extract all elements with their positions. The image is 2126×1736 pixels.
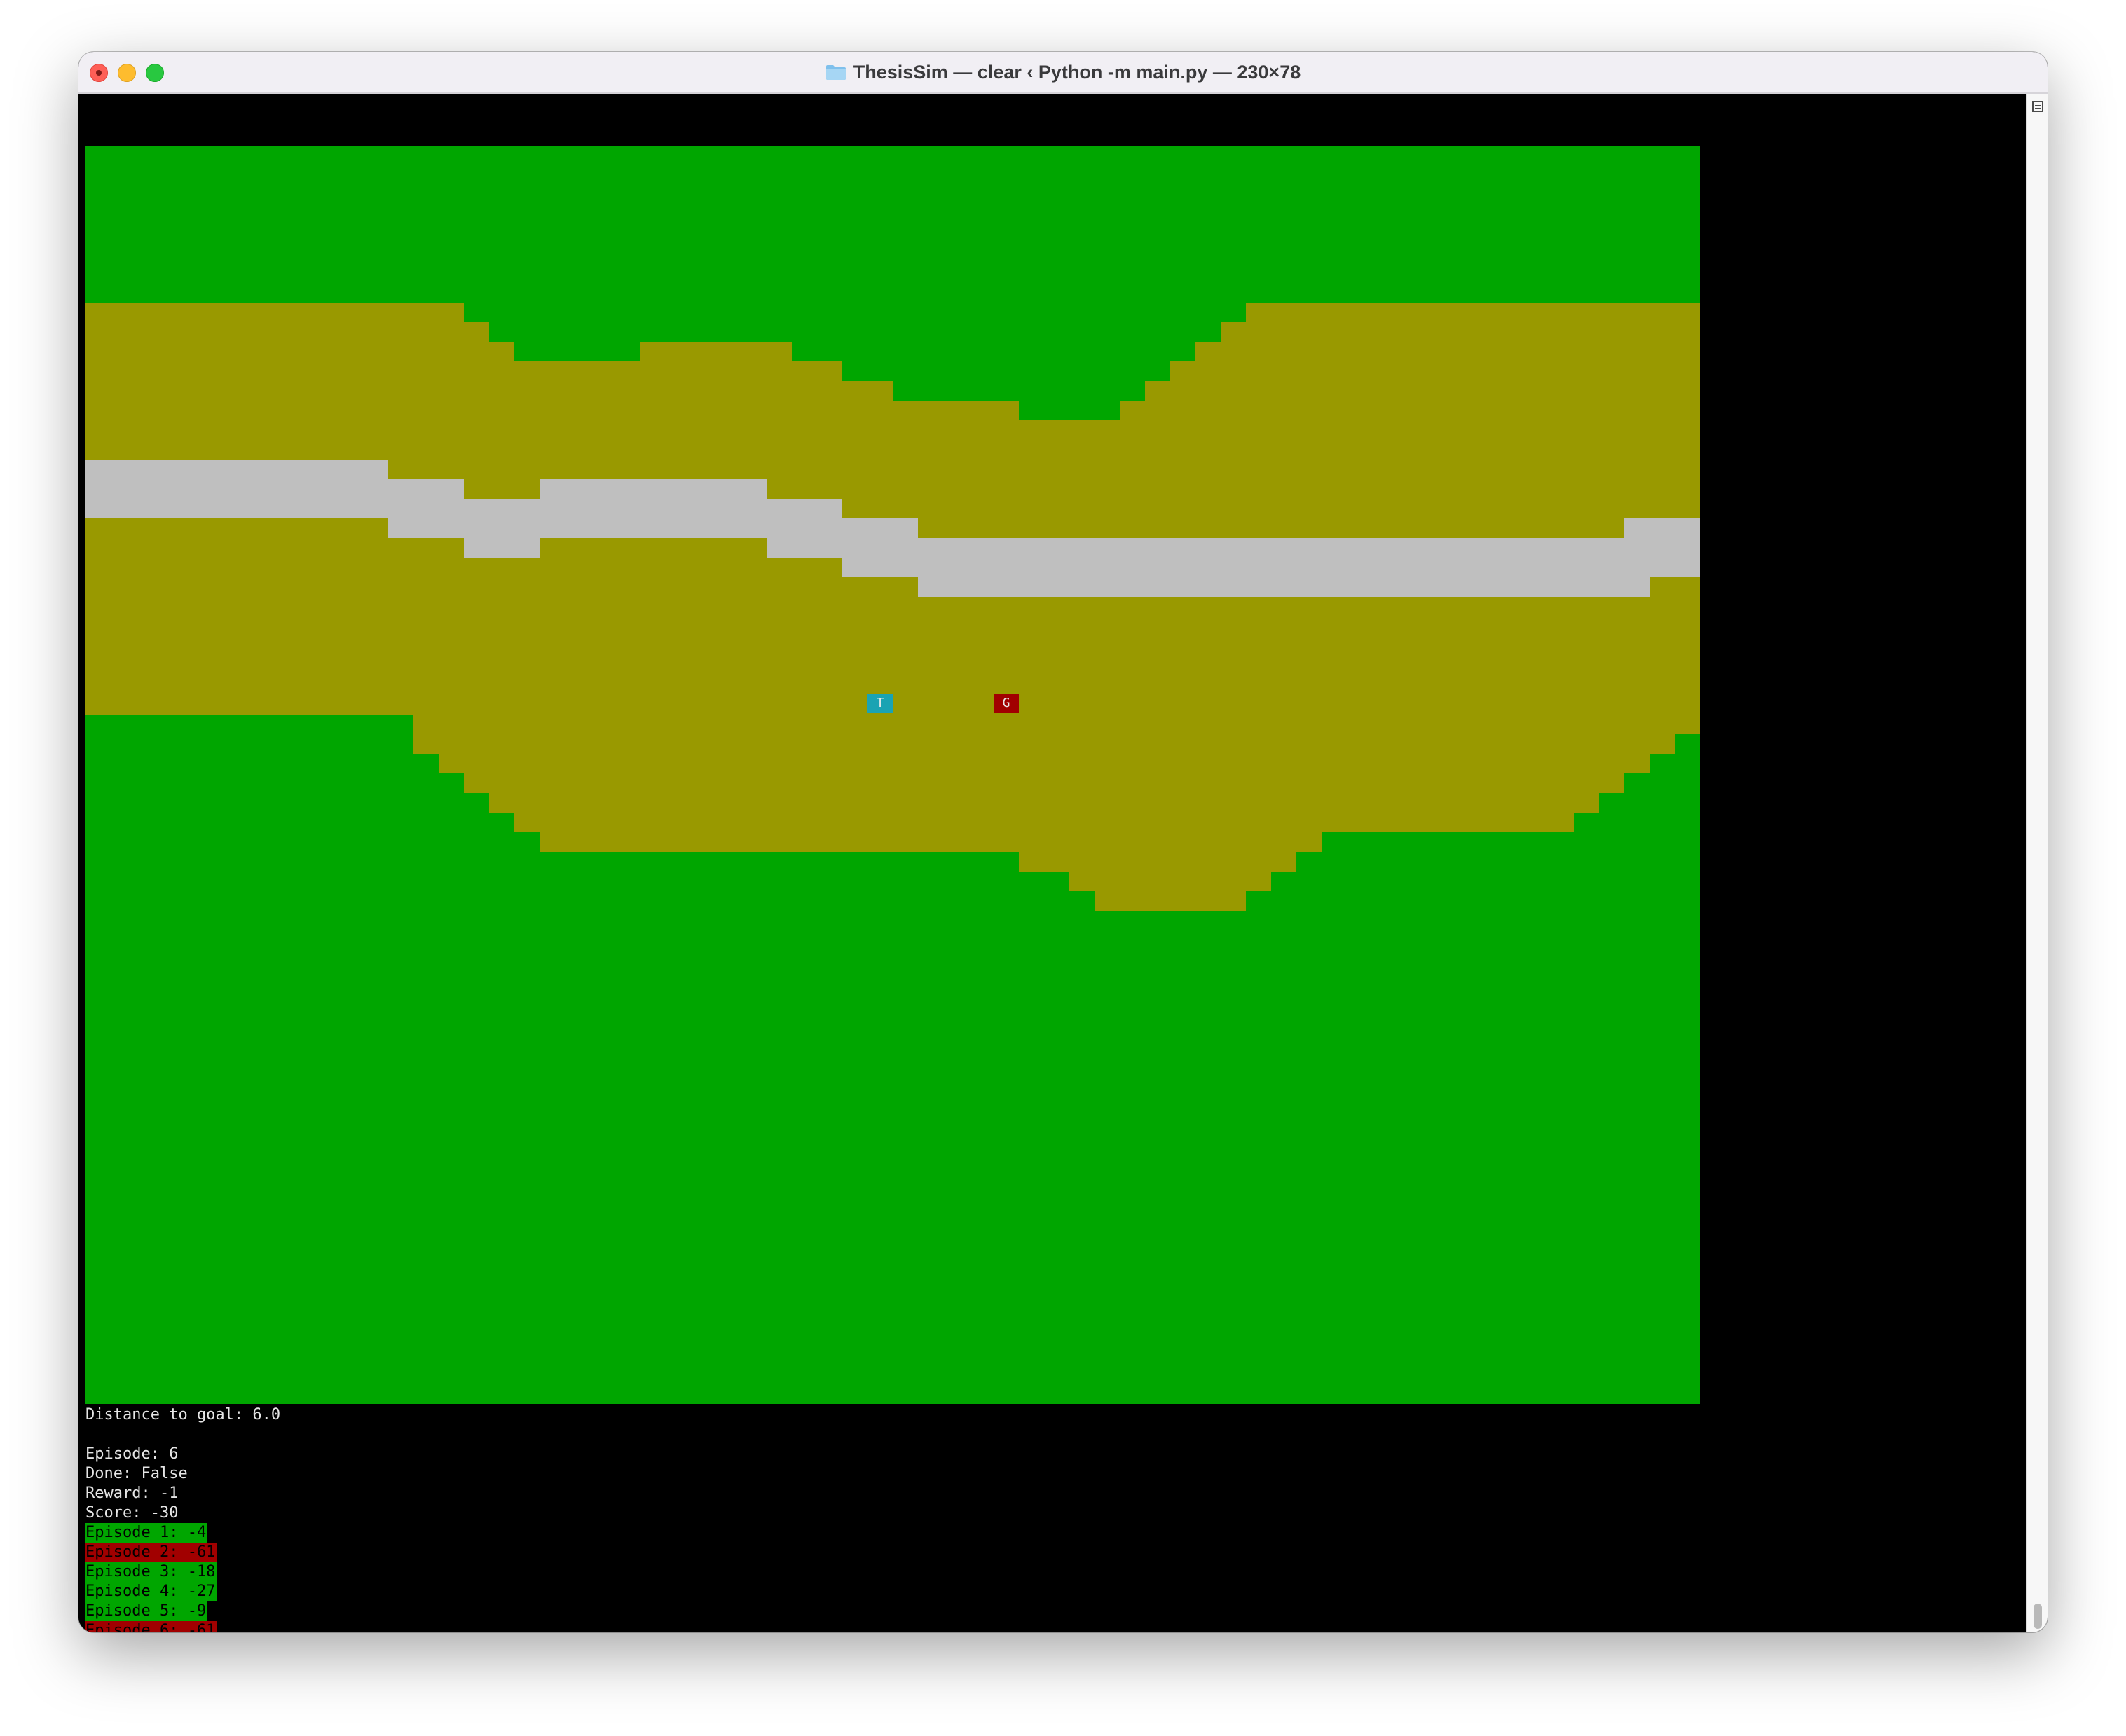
scrollback-marks-icon[interactable] bbox=[2032, 101, 2043, 112]
reward-value: Reward: -1 bbox=[85, 1484, 179, 1502]
simulation-map: T G bbox=[85, 146, 1700, 1404]
terrain-map bbox=[85, 146, 1700, 1404]
episode-result-6: Episode 6: -61 bbox=[85, 1621, 217, 1632]
terminal-window: ThesisSim — clear ‹ Python -m main.py — … bbox=[78, 52, 2048, 1632]
goal-marker: G bbox=[994, 694, 1019, 713]
scrollbar-thumb[interactable] bbox=[2034, 1604, 2042, 1629]
episode-result-1: Episode 1: -4 bbox=[85, 1523, 208, 1543]
truck-marker: T bbox=[867, 694, 893, 713]
distance-to-goal: Distance to goal: 6.0 bbox=[85, 1406, 281, 1424]
terminal-content[interactable]: T G Distance to goal: 6.0 Episode: 6 Don… bbox=[78, 94, 2026, 1632]
window-title-area: ThesisSim — clear ‹ Python -m main.py — … bbox=[78, 52, 2048, 92]
score-value: Score: -30 bbox=[85, 1504, 179, 1522]
episode-result-2: Episode 2: -61 bbox=[85, 1543, 217, 1562]
episode-number: Episode: 6 bbox=[85, 1445, 179, 1463]
window-title: ThesisSim — clear ‹ Python -m main.py — … bbox=[853, 61, 1301, 83]
episode-result-3: Episode 3: -18 bbox=[85, 1562, 217, 1582]
folder-icon bbox=[825, 65, 846, 80]
title-bar: ThesisSim — clear ‹ Python -m main.py — … bbox=[78, 52, 2048, 94]
done-status: Done: False bbox=[85, 1465, 188, 1482]
episode-result-4: Episode 4: -27 bbox=[85, 1582, 217, 1601]
vertical-scrollbar[interactable] bbox=[2026, 94, 2048, 1632]
episode-result-5: Episode 5: -9 bbox=[85, 1601, 208, 1621]
status-panel: Distance to goal: 6.0 Episode: 6 Done: F… bbox=[85, 1405, 280, 1632]
